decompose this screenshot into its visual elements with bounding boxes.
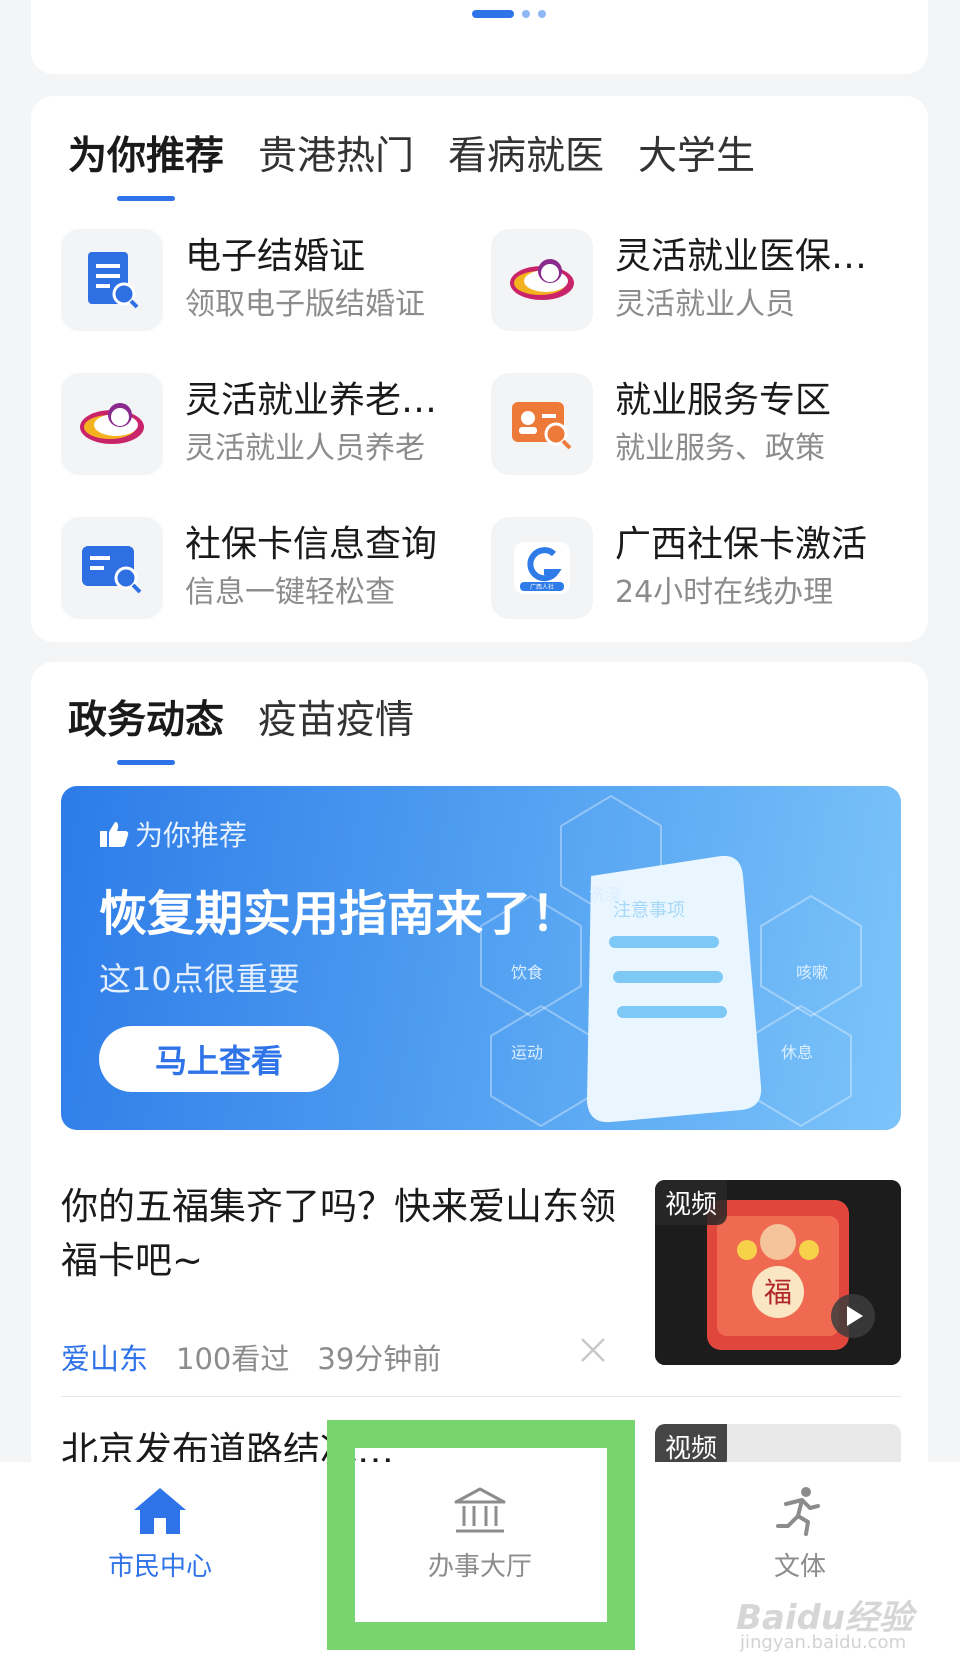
news-tabs: 政务动态 疫苗疫情 [68, 698, 414, 745]
service-employment-zone[interactable]: 就业服务专区 就业服务、政策 [491, 372, 901, 476]
service-subtitle: 灵活就业人员 [615, 287, 795, 323]
promo-banner[interactable]: 注意事项 洗澡 饮食 咳嗽 运动 休息 为你推荐 恢复期实用指南来了！ 这10点… [61, 786, 901, 1130]
view-now-button[interactable]: 马上查看 [99, 1026, 339, 1092]
document-search-icon [61, 229, 163, 331]
tab-gov-news[interactable]: 政务动态 [68, 698, 224, 745]
promo-illustration: 注意事项 洗澡 饮食 咳嗽 运动 休息 [480, 794, 862, 1128]
service-flex-medical-insurance[interactable]: 灵活就业医保缴费 灵活就业人员 [491, 228, 901, 332]
service-title: 广西社保卡激活 [615, 523, 868, 565]
svg-text:注意事项: 注意事项 [613, 900, 685, 921]
tab-culture-sports[interactable]: 文体 [700, 1486, 900, 1583]
service-social-card-query[interactable]: 社保卡信息查询 信息一键轻松查 [61, 516, 491, 620]
thumbs-up-icon [100, 822, 129, 847]
pager-dot [522, 10, 530, 18]
highlight-box [327, 1420, 635, 1650]
id-card-search-icon [491, 373, 593, 475]
svg-text:饮食: 饮食 [511, 963, 543, 982]
banner-pager [472, 10, 546, 18]
tab-guigang-hot[interactable]: 贵港热门 [258, 134, 414, 181]
service-subtitle: 灵活就业人员养老 [185, 431, 425, 467]
service-flex-pension[interactable]: 灵活就业养老保险 灵活就业人员养老 [61, 372, 491, 476]
article-meta: 爱山东 100看过 39分钟前 [61, 1336, 441, 1378]
service-marriage-cert[interactable]: 电子结婚证 领取电子版结婚证 [61, 228, 491, 332]
svg-text:运动: 运动 [511, 1043, 543, 1062]
home-icon [134, 1488, 186, 1534]
tab-college[interactable]: 大学生 [638, 134, 755, 181]
tab-label: 市民中心 [107, 1552, 212, 1582]
service-guangxi-card-activate[interactable]: 广西人社 广西社保卡激活 24小时在线办理 [491, 516, 901, 620]
recommend-card: 为你推荐 贵港热门 看病就医 大学生 电子结婚证 领取电子版结婚证 灵活就业医保… [31, 96, 928, 642]
article-source[interactable]: 爱山东 [61, 1336, 148, 1378]
article-views: 100看过 [176, 1342, 290, 1376]
cloud-logo-icon [61, 373, 163, 475]
svg-text:咳嗽: 咳嗽 [796, 963, 828, 982]
article-item[interactable]: 你的五福集齐了吗？快来爱山东领福卡吧~ 爱山东 100看过 39分钟前 福 视频 [61, 1180, 901, 1376]
promo-subtitle: 这10点很重要 [99, 960, 300, 998]
close-icon[interactable] [579, 1336, 607, 1364]
tab-medical[interactable]: 看病就医 [448, 134, 604, 181]
article-time: 39分钟前 [317, 1342, 442, 1376]
pager-dot-active [472, 10, 514, 18]
guangxi-hrss-logo-icon: 广西人社 [491, 517, 593, 619]
service-title: 社保卡信息查询 [185, 523, 438, 565]
pager-dot [538, 10, 546, 18]
service-subtitle: 就业服务、政策 [615, 431, 825, 467]
svg-text:休息: 休息 [781, 1043, 813, 1062]
svg-text:洗澡: 洗澡 [589, 885, 621, 904]
banner-card[interactable] [31, 0, 928, 74]
divider [61, 1396, 901, 1397]
running-person-icon [776, 1487, 820, 1536]
tab-vaccine-epidemic[interactable]: 疫苗疫情 [258, 698, 414, 745]
svg-text:福: 福 [764, 1276, 792, 1309]
service-title: 电子结婚证 [185, 235, 366, 277]
watermark-url: jingyan.baidu.com [740, 1632, 907, 1653]
service-title: 就业服务专区 [615, 379, 832, 421]
service-subtitle: 领取电子版结婚证 [185, 287, 425, 323]
article-title: 你的五福集齐了吗？快来爱山东领福卡吧~ [61, 1185, 616, 1282]
promo-tag-label: 为你推荐 [135, 819, 248, 852]
service-subtitle: 24小时在线办理 [615, 575, 834, 611]
tab-citizen-center[interactable]: 市民中心 [60, 1486, 260, 1583]
service-title: 灵活就业养老保险 [185, 379, 460, 421]
service-grid: 电子结婚证 领取电子版结婚证 灵活就业医保缴费 灵活就业人员 灵活就业养老保险 … [61, 228, 901, 620]
tab-recommend[interactable]: 为你推荐 [68, 134, 224, 181]
tab-label: 文体 [773, 1552, 826, 1582]
promo-title: 恢复期实用指南来了！ [99, 886, 580, 942]
video-badge: 视频 [655, 1180, 728, 1225]
svg-text:广西人社: 广西人社 [530, 583, 554, 591]
service-subtitle: 信息一键轻松查 [185, 575, 395, 611]
promo-tag: 为你推荐 [99, 814, 247, 854]
video-thumbnail[interactable]: 福 视频 [655, 1180, 901, 1365]
recommend-tabs: 为你推荐 贵港热门 看病就医 大学生 [68, 134, 755, 181]
cloud-logo-icon [491, 229, 593, 331]
card-search-icon [61, 517, 163, 619]
service-title: 灵活就业医保缴费 [615, 235, 890, 277]
